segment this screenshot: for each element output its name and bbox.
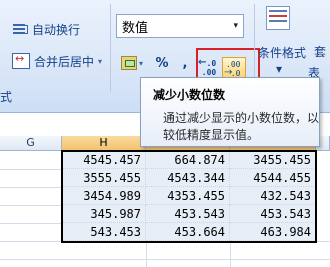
conditional-format-label[interactable]: 条件格式 <box>258 44 306 61</box>
grid-line <box>0 259 330 260</box>
grid-line <box>0 187 62 188</box>
number-format-value: 数值 <box>122 20 149 36</box>
selection-border <box>61 150 317 243</box>
column-header-g[interactable]: G <box>0 136 62 151</box>
tooltip-title: 减少小数位数 <box>153 88 226 102</box>
grid-line <box>146 242 147 267</box>
tooltip-body: 通过减少显示的小数位数，以较低精度显示值。 <box>163 111 320 142</box>
group-divider <box>110 4 111 92</box>
merge-center-icon <box>12 52 30 69</box>
wrap-text-label: 自动换行 <box>32 22 81 37</box>
grid-line <box>0 169 62 170</box>
alignment-group-label: 式 <box>0 90 13 104</box>
grid-line <box>0 223 62 224</box>
conditional-format-icon[interactable] <box>266 6 290 30</box>
accounting-dropdown-icon: ▾ <box>138 58 143 68</box>
conditional-format-text: 条件格式 <box>258 46 307 60</box>
merge-center-label: 合并后居中 <box>34 54 95 69</box>
decrease-decimal-tooltip: 减少小数位数 通过减少显示的小数位数，以较低精度显示值。 <box>140 77 320 147</box>
grid-line <box>0 205 62 206</box>
accounting-icon <box>120 56 137 70</box>
grid-line <box>230 242 231 267</box>
merge-dropdown-arrow[interactable]: ▾ <box>98 57 102 66</box>
comma-label: , <box>182 55 188 71</box>
comma-style-button[interactable]: , <box>178 52 192 74</box>
worksheet-grid: G H 4545.457 664.874 3455.455 3555.455 4… <box>0 136 330 267</box>
number-format-dropdown-icon[interactable]: ▾ <box>233 21 238 31</box>
accounting-format-button[interactable]: ▾ <box>118 52 146 74</box>
wrap-text-button[interactable]: 自动换行 <box>8 18 84 40</box>
merge-center-button[interactable]: 合并后居中 ▾ <box>8 50 106 72</box>
conditional-format-dropdown-icon[interactable]: ▾ <box>276 62 282 76</box>
percent-style-button[interactable]: % <box>152 52 172 74</box>
percent-label: % <box>155 55 169 71</box>
number-format-select[interactable]: 数值 ▾ <box>116 14 244 38</box>
column-header-h[interactable]: H <box>62 136 146 151</box>
wrap-text-icon <box>12 21 28 37</box>
cell-style-label-partial[interactable]: 套 <box>314 43 326 60</box>
